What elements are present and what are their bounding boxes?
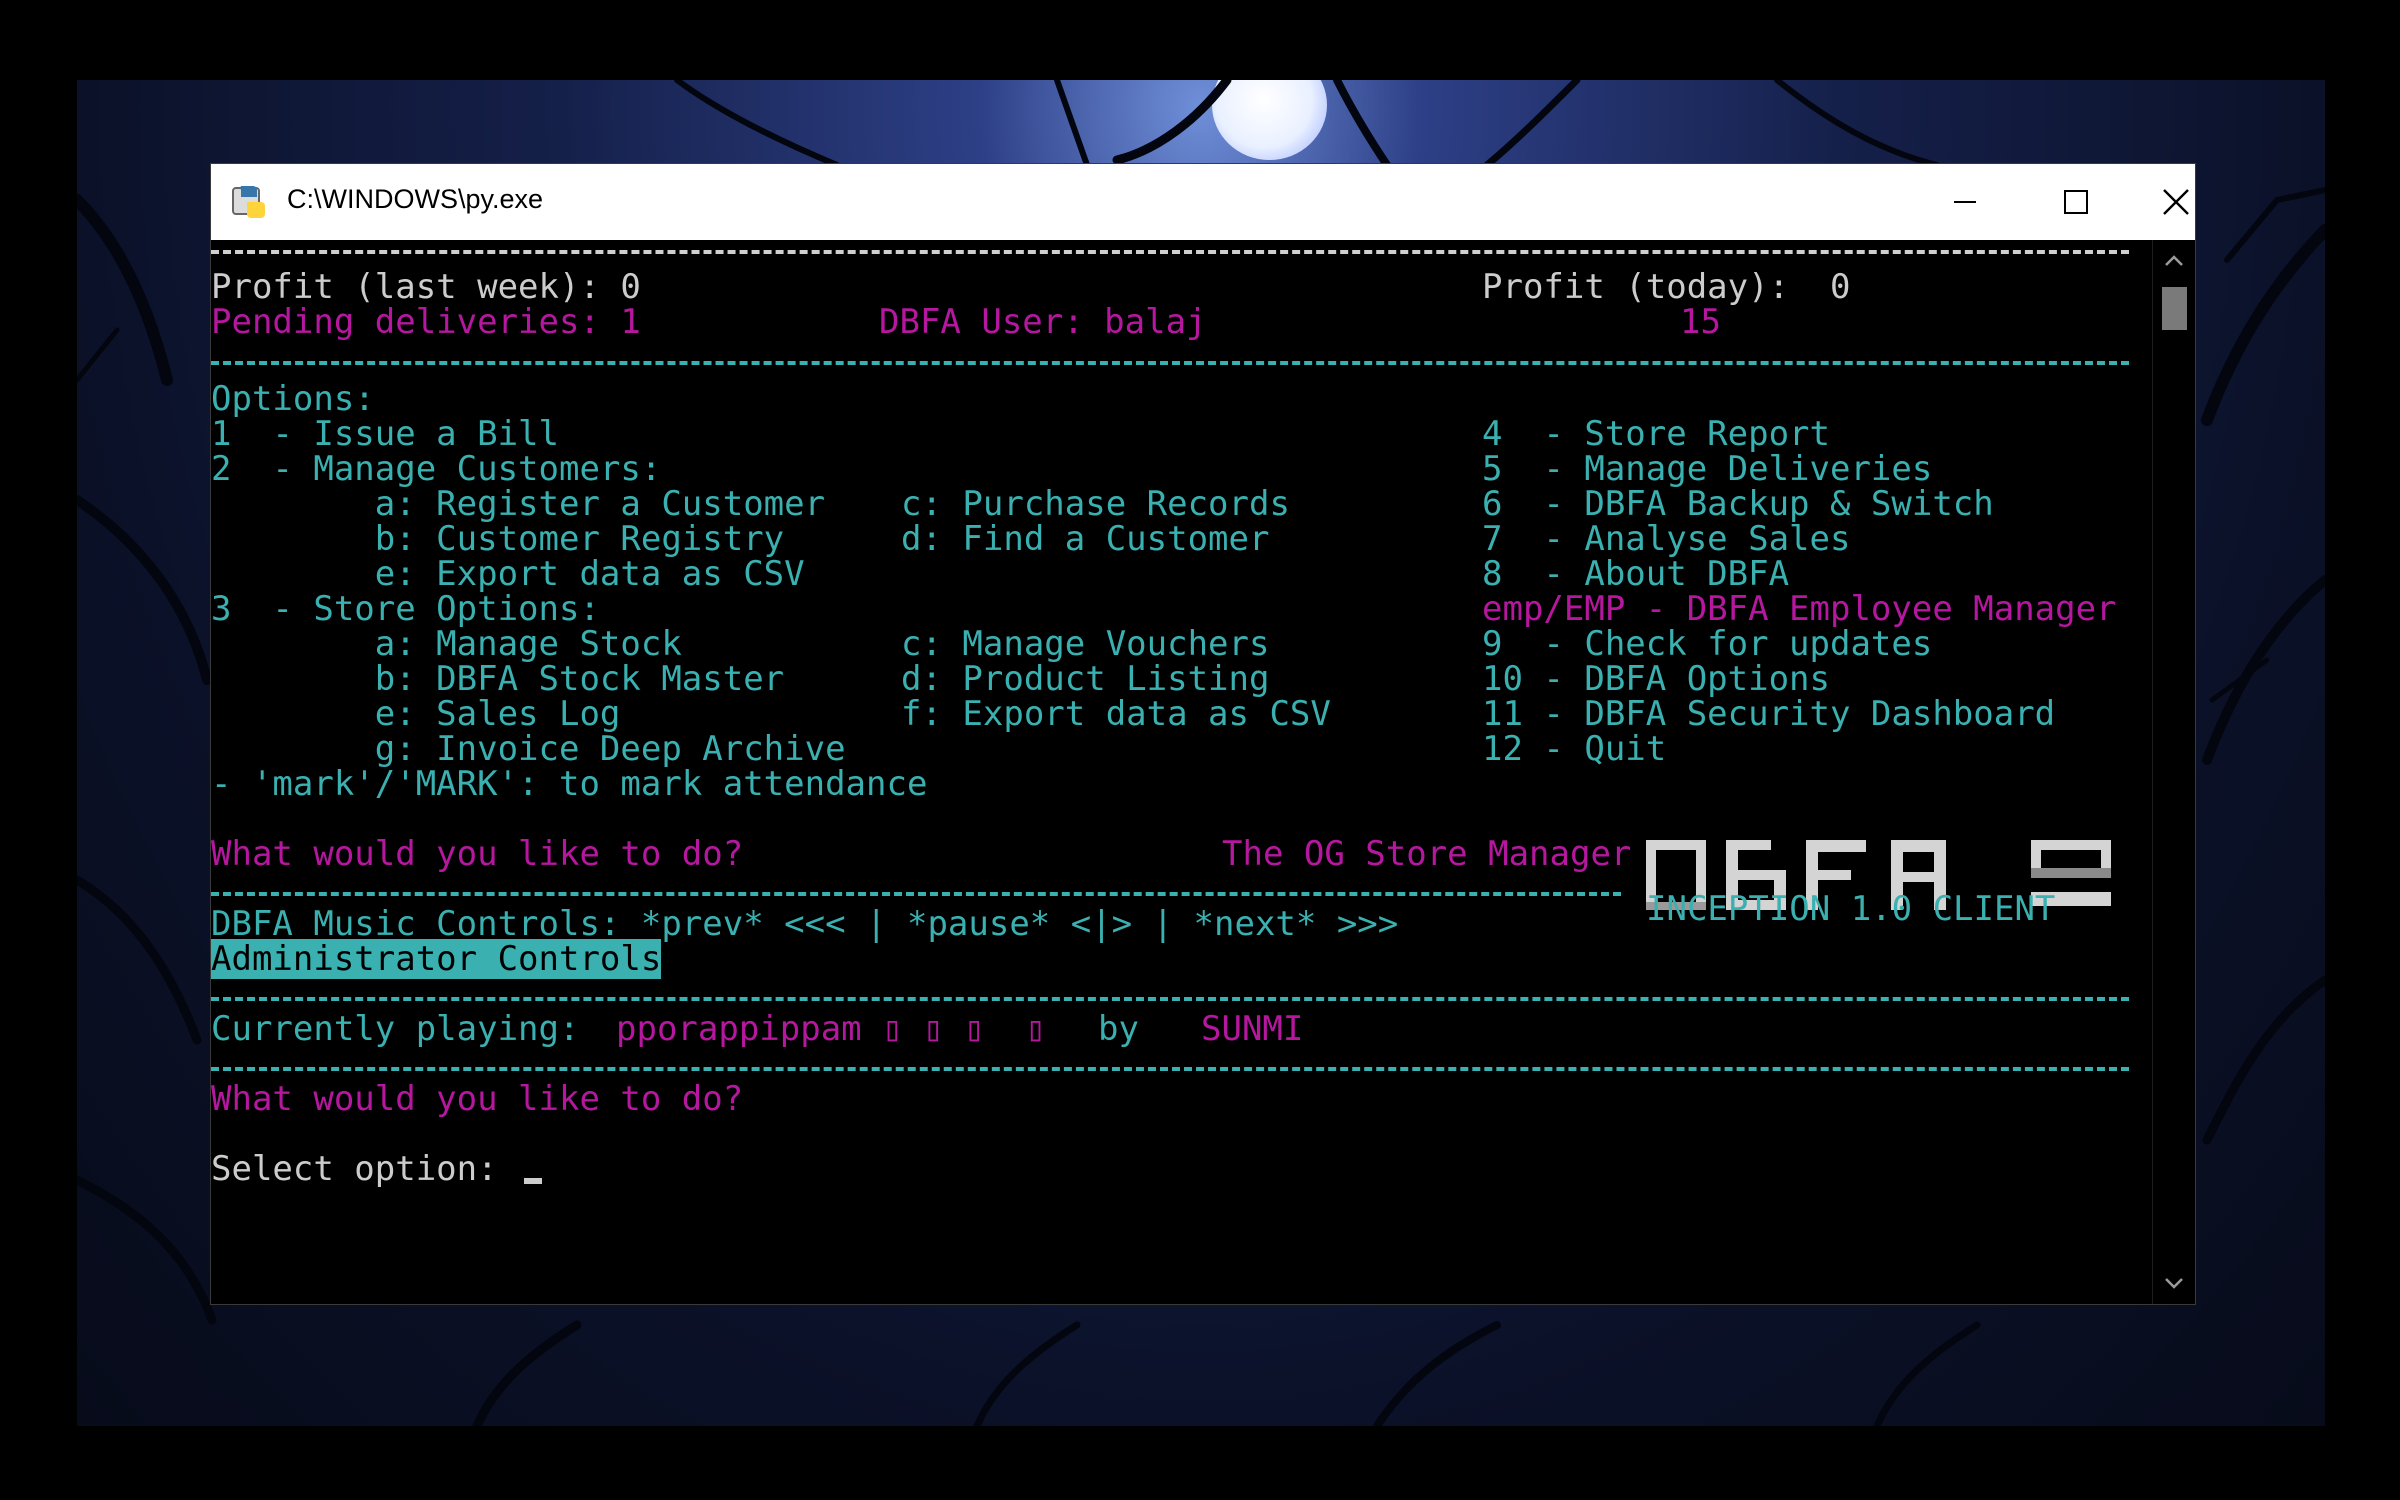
track-title: pporappippam ▯ ▯ ▯ ▯ [616,1009,1046,1049]
track-artist: SUNMI [1201,1009,1304,1049]
scroll-down-icon[interactable] [2163,1272,2185,1294]
console-output[interactable]: Profit (last week): 0 Profit (today): 0 … [211,240,2152,1304]
options-header: Options: [211,379,375,419]
menu-item: 11 - DBFA Security Dashboard [1482,694,2056,734]
close-button[interactable] [2121,164,2231,240]
store-tagline: The OG Store Manager [1222,834,1632,874]
scrollbar-thumb[interactable] [2162,287,2187,330]
menu-item: f: Export data as CSV [901,694,1331,734]
divider-line [211,892,1621,896]
menu-item: 2 - Manage Customers: [211,449,662,489]
menu-item: 6 - DBFA Backup & Switch [1482,484,1994,524]
menu-item: g: Invoice Deep Archive [211,729,846,769]
console-window: C:\WINDOWS\py.exe Profit (last week): 0 … [210,163,2196,1305]
user-number: 15 [1680,302,1721,342]
menu-item: d: Find a Customer [901,519,1270,559]
text-cursor [524,1178,543,1184]
menu-item: 5 - Manage Deliveries [1482,449,1933,489]
minimize-icon [1954,201,1976,203]
scroll-up-icon[interactable] [2163,250,2185,272]
client-version: INCEPTION 1.0 CLIENT [1646,889,2056,929]
python-launcher-icon [232,186,265,218]
maximize-icon [2064,190,2088,214]
divider-line [211,997,2129,1001]
maximize-button[interactable] [2021,164,2131,240]
divider-line [211,361,2129,365]
vertical-scrollbar[interactable] [2152,240,2195,1304]
menu-item: 7 - Analyse Sales [1482,519,1851,559]
track-by: by [1098,1009,1139,1049]
menu-item: b: Customer Registry [211,519,785,559]
menu-item: 3 - Store Options: [211,589,600,629]
prompt-question: What would you like to do? [211,1079,744,1119]
administrator-controls-label: Administrator Controls [211,939,662,979]
menu-item: a: Manage Stock [211,624,682,664]
menu-item: 8 - About DBFA [1482,554,1790,594]
menu-item: 4 - Store Report [1482,414,1830,454]
divider-line [211,250,2129,254]
pending-deliveries: Pending deliveries: 1 [211,302,641,342]
dbfa-logo: INCEPTION 1.0 CLIENT [1646,840,2121,927]
menu-item: 1 - Issue a Bill [211,414,559,454]
currently-playing-label: Currently playing: [211,1009,580,1049]
divider-line [211,1067,2129,1071]
menu-item: c: Manage Vouchers [901,624,1270,664]
profit-last-week: Profit (last week): 0 [211,267,641,307]
select-option-label: Select option: [211,1149,498,1189]
title-bar[interactable]: C:\WINDOWS\py.exe [211,164,2195,240]
menu-item: c: Purchase Records [901,484,1290,524]
menu-item: d: Product Listing [901,659,1270,699]
menu-item-employee-manager: emp/EMP - DBFA Employee Manager [1482,589,2117,629]
music-controls: DBFA Music Controls: *prev* <<< | *pause… [211,904,1399,944]
window-title: C:\WINDOWS\py.exe [287,184,544,214]
menu-item: e: Sales Log [211,694,621,734]
menu-item: b: DBFA Stock Master [211,659,785,699]
prompt-question: What would you like to do? [211,834,744,874]
administrator-controls: Administrator Controls [211,939,662,979]
menu-item: e: Export data as CSV [211,554,805,594]
profit-today: Profit (today): 0 [1482,267,1851,307]
menu-item: 9 - Check for updates [1482,624,1933,664]
minimize-button[interactable] [1910,164,2020,240]
menu-item: - 'mark'/'MARK': to mark attendance [211,764,928,804]
select-option-line[interactable]: Select option: [211,1149,543,1189]
close-icon [2163,189,2189,215]
menu-item: 10 - DBFA Options [1482,659,1830,699]
menu-item: a: Register a Customer [211,484,826,524]
dbfa-user: DBFA User: balaj [879,302,1207,342]
menu-item: 12 - Quit [1482,729,1667,769]
